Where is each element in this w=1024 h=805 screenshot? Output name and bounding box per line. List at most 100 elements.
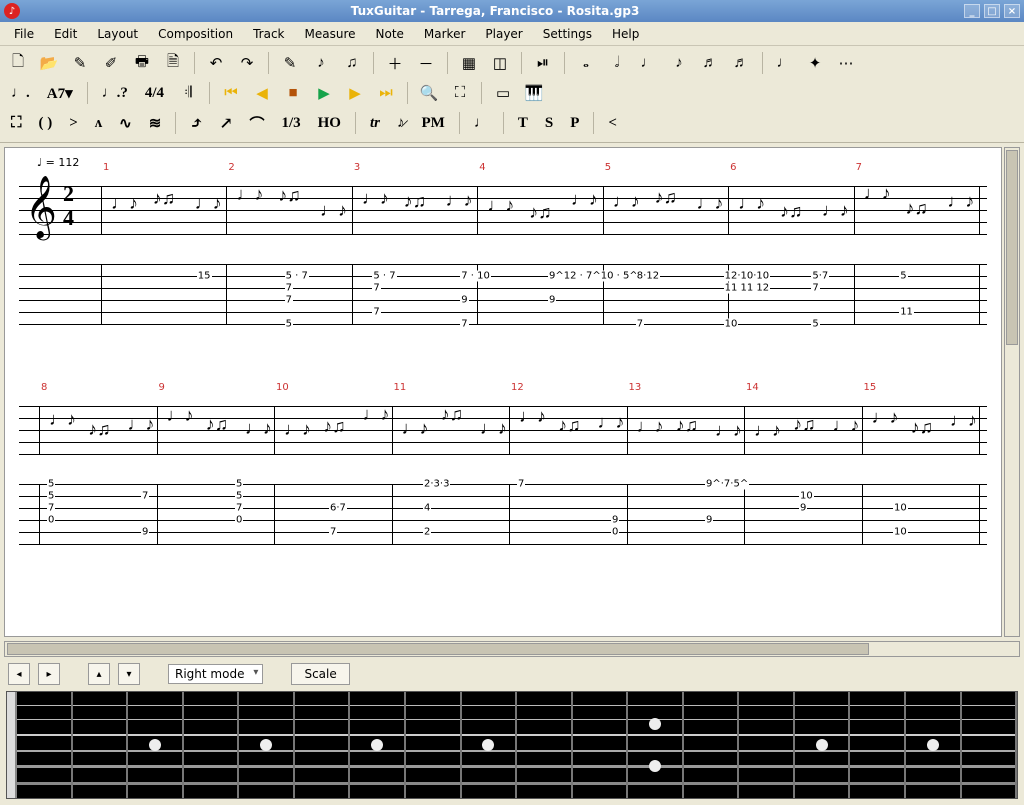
tab-fret-number[interactable]: 5	[235, 479, 243, 490]
tab-fret-number[interactable]: 0	[235, 515, 243, 526]
save-as-button[interactable]: ✐	[97, 50, 125, 76]
note-group[interactable]: ♩♪	[950, 410, 977, 431]
piano-view-button[interactable]: 🎹	[520, 80, 548, 106]
hammer-button[interactable]: ⌒	[242, 110, 271, 136]
note-group[interactable]: ♩♪	[947, 191, 974, 212]
note-group[interactable]: ♩♪	[637, 416, 664, 437]
maximize-button[interactable]: □	[984, 4, 1000, 18]
fret-17[interactable]	[906, 692, 962, 798]
fret-7[interactable]	[350, 692, 406, 798]
tab-fret-number[interactable]: 7	[285, 295, 293, 306]
tab-fret-number[interactable]: 15	[197, 271, 212, 282]
tab-fret-number[interactable]: 7	[372, 307, 380, 318]
fret-15[interactable]	[795, 692, 851, 798]
note-group[interactable]: ♩♪	[320, 200, 347, 221]
close-button[interactable]: ×	[1004, 4, 1020, 18]
fret-8[interactable]	[406, 692, 462, 798]
fretboard-frets[interactable]	[17, 692, 1017, 798]
scroll-right-button[interactable]: ▸	[38, 663, 60, 685]
fretboard-panel[interactable]	[6, 691, 1018, 799]
note-group[interactable]: ♪♫	[153, 188, 176, 209]
pop-button[interactable]: P	[563, 110, 586, 136]
duration-half-button[interactable]: 𝅗𝅥	[603, 50, 631, 76]
accent-button[interactable]: >	[62, 110, 85, 136]
note-group[interactable]: ♪♫	[676, 415, 699, 436]
new-file-button[interactable]: 🗋	[4, 50, 32, 76]
tab-fret-number[interactable]: 5·7	[811, 271, 829, 282]
transport-first-button[interactable]: ⏮	[217, 80, 245, 106]
repeat-button[interactable]: 𝄇	[174, 80, 202, 106]
fret-11[interactable]	[573, 692, 629, 798]
save-file-button[interactable]: ✎	[66, 50, 94, 76]
fade-button[interactable]: <	[601, 110, 624, 136]
menu-player[interactable]: Player	[477, 25, 530, 43]
note-group[interactable]: ♪♫	[529, 202, 552, 223]
voice-properties-button[interactable]: ♪	[307, 50, 335, 76]
fret-10[interactable]	[517, 692, 573, 798]
note-group[interactable]: ♪♫	[793, 414, 816, 435]
tab-fret-number[interactable]: 10	[893, 527, 908, 538]
note-group[interactable]: ♩♪	[696, 193, 723, 214]
paren-button[interactable]: ( )	[32, 110, 60, 136]
fret-5[interactable]	[239, 692, 295, 798]
zoom-reset-button[interactable]: ⛶	[446, 80, 474, 106]
tab-fret-number[interactable]: 7	[47, 503, 55, 514]
note-group[interactable]: ♩♪	[864, 183, 891, 204]
note-group[interactable]: ♪♫	[655, 187, 678, 208]
redo-button[interactable]: ↷	[233, 50, 261, 76]
dotted-button[interactable]: ♩.	[4, 80, 37, 106]
tab-fret-number[interactable]: 11	[899, 307, 914, 318]
note-group[interactable]: ♩♪	[167, 405, 194, 426]
note-group[interactable]: ♩♪	[613, 191, 640, 212]
duration-32nd-button[interactable]: ♬	[727, 50, 755, 76]
tab-fret-number[interactable]: 0	[611, 527, 619, 538]
edit-mode-button[interactable]: ✎	[276, 50, 304, 76]
horizontal-scrollbar[interactable]	[4, 641, 1020, 657]
menu-composition[interactable]: Composition	[150, 25, 241, 43]
note-group[interactable]: ♩♪	[245, 418, 272, 439]
undo-button[interactable]: ↶	[202, 50, 230, 76]
tab-fret-number[interactable]: 7 · 10	[460, 271, 491, 282]
tremolo-button[interactable]: 1/3	[274, 110, 307, 136]
fret-9[interactable]	[462, 692, 518, 798]
tab-fret-number[interactable]: 12·10·10	[724, 271, 771, 282]
bend-button[interactable]: ⤴	[183, 110, 210, 136]
note-group[interactable]: ♩♪	[402, 418, 429, 439]
menu-help[interactable]: Help	[604, 25, 647, 43]
fret-6[interactable]	[295, 692, 351, 798]
menu-edit[interactable]: Edit	[46, 25, 85, 43]
tab-fret-number[interactable]: 10	[893, 503, 908, 514]
transport-prev-button[interactable]: ◀	[248, 80, 276, 106]
tab-fret-number[interactable]: 5	[811, 319, 819, 330]
menu-marker[interactable]: Marker	[416, 25, 473, 43]
note-group[interactable]: ♩♪	[519, 406, 546, 427]
tab-fret-number[interactable]: 7	[636, 319, 644, 330]
tab-fret-number[interactable]: 9	[141, 527, 149, 538]
note-group[interactable]: ♪♫	[278, 185, 301, 206]
fret-4[interactable]	[184, 692, 240, 798]
tab-fret-number[interactable]: 7	[141, 491, 149, 502]
tab-fret-number[interactable]: 11 11 12	[724, 283, 771, 294]
note-group[interactable]: ♩♪	[832, 415, 859, 436]
tab-fret-number[interactable]: 0	[47, 515, 55, 526]
fret-3[interactable]	[128, 692, 184, 798]
tab-fret-number[interactable]: 7	[329, 527, 337, 538]
fret-12[interactable]	[628, 692, 684, 798]
chord-button[interactable]: A7▾	[40, 80, 80, 106]
tab-fret-number[interactable]: 8·12	[636, 271, 660, 282]
menu-track[interactable]: Track	[245, 25, 292, 43]
note-group[interactable]: ♩♪	[571, 189, 598, 210]
tab-fret-number[interactable]: 5	[899, 271, 907, 282]
tab-fret-number[interactable]: 7	[460, 319, 468, 330]
vibrato-button[interactable]: ∿	[112, 110, 139, 136]
menu-measure[interactable]: Measure	[297, 25, 364, 43]
tab-fret-number[interactable]: 9	[799, 503, 807, 514]
note-group[interactable]: ♪♫	[905, 198, 928, 219]
duration-quarter-button[interactable]: ♩	[634, 50, 662, 76]
effect-button[interactable]: ✦	[801, 50, 829, 76]
print-preview-button[interactable]: 🗎	[159, 50, 187, 76]
fullscreen-button[interactable]: ⛶	[4, 110, 29, 136]
fret-16[interactable]	[850, 692, 906, 798]
score-canvas[interactable]: ♩ = 112𝄞241♩♪♪♫♩♪2♩♪♪♫♩♪3♩♪♪♫♩♪4♩♪♪♫♩♪5♩…	[4, 147, 1002, 637]
note-group[interactable]: ♩♪	[754, 420, 781, 441]
